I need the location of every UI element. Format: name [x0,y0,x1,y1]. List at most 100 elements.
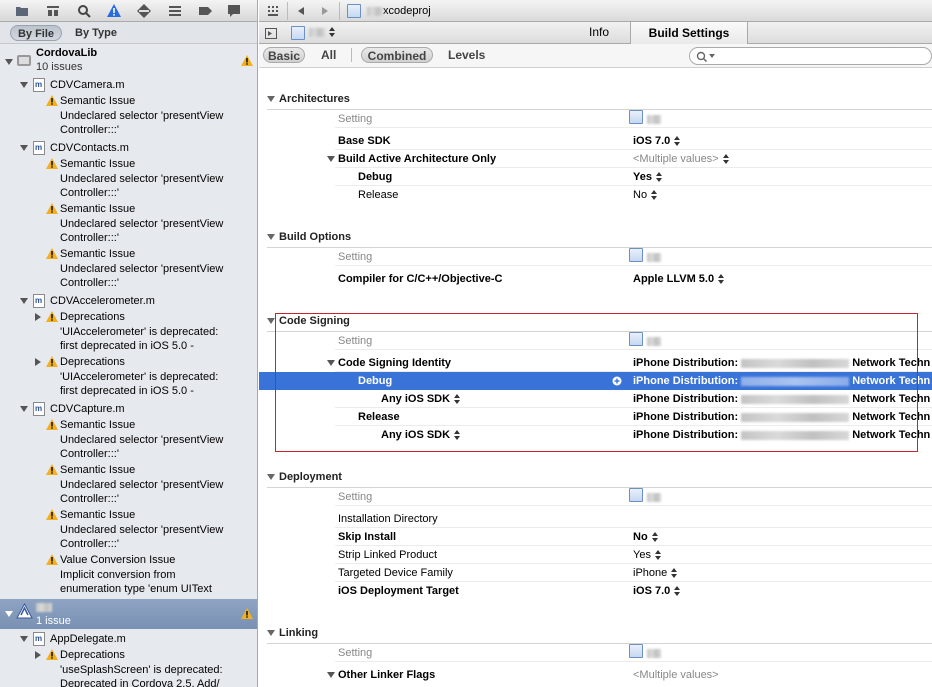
disclosure-triangle-icon[interactable] [327,672,335,678]
issue-title[interactable]: Semantic Issue [60,247,257,261]
breadcrumb-file[interactable]: xcodeproj [367,4,431,18]
disclosure-triangle-icon[interactable] [20,82,28,88]
setting-value[interactable]: Yes [633,168,662,186]
setting-row-release[interactable]: Release No [259,186,932,204]
disclosure-triangle-icon[interactable] [267,630,275,636]
setting-name: Debug [358,171,393,183]
search-navigator-icon[interactable] [76,3,92,19]
disclosure-triangle-icon[interactable] [20,636,28,642]
log-navigator-icon[interactable] [226,3,242,19]
by-file-tab[interactable]: By File [10,25,62,41]
levels-option[interactable]: Levels [448,47,485,63]
issue-title[interactable]: Deprecations [60,648,257,662]
issue-message: first deprecated in iOS 5.0 - [60,340,194,352]
debug-navigator-icon[interactable] [136,3,152,19]
setting-value[interactable]: Yes [633,546,661,564]
setting-row-other-linker-flags[interactable]: Other Linker Flags <Multiple values> [259,666,932,684]
setting-name: Base SDK [338,135,391,147]
forward-arrow-icon[interactable] [320,6,330,16]
setting-row-build-active-arch[interactable]: Build Active Architecture Only <Multiple… [259,150,932,168]
setting-row-deployment-target[interactable]: iOS Deployment Target iOS 7.0 [259,582,932,600]
issue-message: Undeclared selector 'presentView [60,434,224,446]
setting-value[interactable]: iPhone [633,564,678,582]
file-cdvaccelerometer[interactable]: CDVAccelerometer.m [50,294,257,308]
related-items-icon[interactable] [267,4,281,18]
issue-message: Undeclared selector 'presentView [60,263,224,275]
setting-value[interactable]: Apple LLVM 5.0 [633,270,725,288]
file-cdvcontacts[interactable]: CDVContacts.m [50,141,257,155]
section-architectures[interactable]: Architectures [279,93,350,105]
setting-value[interactable]: <Multiple values> [633,666,719,684]
stepper-icon [674,136,681,147]
setting-row-device-family[interactable]: Targeted Device Family iPhone [259,564,932,582]
search-field[interactable] [689,47,932,65]
section-linking[interactable]: Linking [279,627,318,639]
issue-title[interactable]: Semantic Issue [60,508,257,522]
tab-info[interactable]: Info [559,22,639,43]
issue-title[interactable]: Semantic Issue [60,463,257,477]
disclosure-triangle-icon[interactable] [267,318,275,324]
disclosure-triangle-icon[interactable] [267,474,275,480]
setting-row-compiler[interactable]: Compiler for C/C++/Objective-C Apple LLV… [259,270,932,288]
tag-navigator-icon[interactable] [197,3,213,19]
disclosure-triangle-icon[interactable] [20,406,28,412]
setting-value[interactable]: <Multiple values> [633,150,729,168]
issue-title[interactable]: Semantic Issue [60,202,257,216]
group-name-project [36,600,257,614]
issue-message: Undeclared selector 'presentView [60,173,224,185]
setting-value[interactable]: iOS 7.0 [633,132,681,150]
project-selector[interactable] [309,26,335,38]
disclosure-triangle-icon[interactable] [267,234,275,240]
issue-title[interactable]: Value Conversion Issue [60,553,257,567]
disclosure-triangle-icon[interactable] [35,313,41,321]
file-cdvcamera[interactable]: CDVCamera.m [50,78,257,92]
issue-title[interactable]: Deprecations [60,355,257,369]
combined-option[interactable]: Combined [361,47,433,63]
setting-row-skip-install[interactable]: Skip Install No [259,528,932,546]
tab-build-settings[interactable]: Build Settings [630,22,748,44]
setting-value[interactable]: iOS 7.0 [633,582,681,600]
issue-navigator-icon[interactable] [106,3,122,19]
setting-row-debug[interactable]: Debug Yes [259,168,932,186]
issue-title[interactable]: Deprecations [60,310,257,324]
file-cdvcapture[interactable]: CDVCapture.m [50,402,257,416]
setting-row-base-sdk[interactable]: Base SDK iOS 7.0 [259,132,932,150]
setting-row-strip-linked[interactable]: Strip Linked Product Yes [259,546,932,564]
disclosure-triangle-icon[interactable] [35,651,41,659]
setting-name: Strip Linked Product [338,549,438,561]
by-type-tab[interactable]: By Type [68,25,124,41]
section-build-options[interactable]: Build Options [279,231,351,243]
setting-row-installation-directory[interactable]: Installation Directory [259,510,932,528]
disclosure-triangle-icon[interactable] [20,145,28,151]
issue-title[interactable]: Semantic Issue [60,157,257,171]
issue-message: Undeclared selector 'presentView [60,110,224,122]
file-appdelegate[interactable]: AppDelegate.m [50,632,257,646]
disclosure-triangle-icon[interactable] [20,298,28,304]
disclosure-triangle-icon[interactable] [5,611,13,617]
setting-column-label: Setting [338,647,373,659]
setting-value[interactable]: No [633,528,658,546]
breakpoint-navigator-icon[interactable] [167,3,183,19]
disclosure-triangle-icon[interactable] [35,358,41,366]
all-option[interactable]: All [321,47,336,63]
issue-message: Controller:::' [60,187,119,199]
target-column [629,488,661,506]
project-navigator-icon[interactable] [14,3,30,19]
section-deployment[interactable]: Deployment [279,471,342,483]
issue-title[interactable]: Semantic Issue [60,418,257,432]
issue-title[interactable]: Semantic Issue [60,94,257,108]
issue-filter-bar: By File By Type [0,22,257,44]
setting-column-label: Setting [338,251,373,263]
disclosure-triangle-icon[interactable] [327,156,335,162]
disclosure-triangle-icon[interactable] [267,96,275,102]
group-name-cordovalib[interactable]: CordovaLib [36,46,257,60]
disclosure-triangle-icon[interactable] [5,59,13,65]
back-arrow-icon[interactable] [296,6,306,16]
m-file-icon: m [33,78,45,92]
setting-value[interactable]: No [633,186,658,204]
symbol-navigator-icon[interactable] [45,3,61,19]
basic-option[interactable]: Basic [263,47,305,63]
target-icon [629,488,643,503]
issue-message: Controller:::' [60,277,119,289]
hide-project-list-icon[interactable] [265,28,277,39]
